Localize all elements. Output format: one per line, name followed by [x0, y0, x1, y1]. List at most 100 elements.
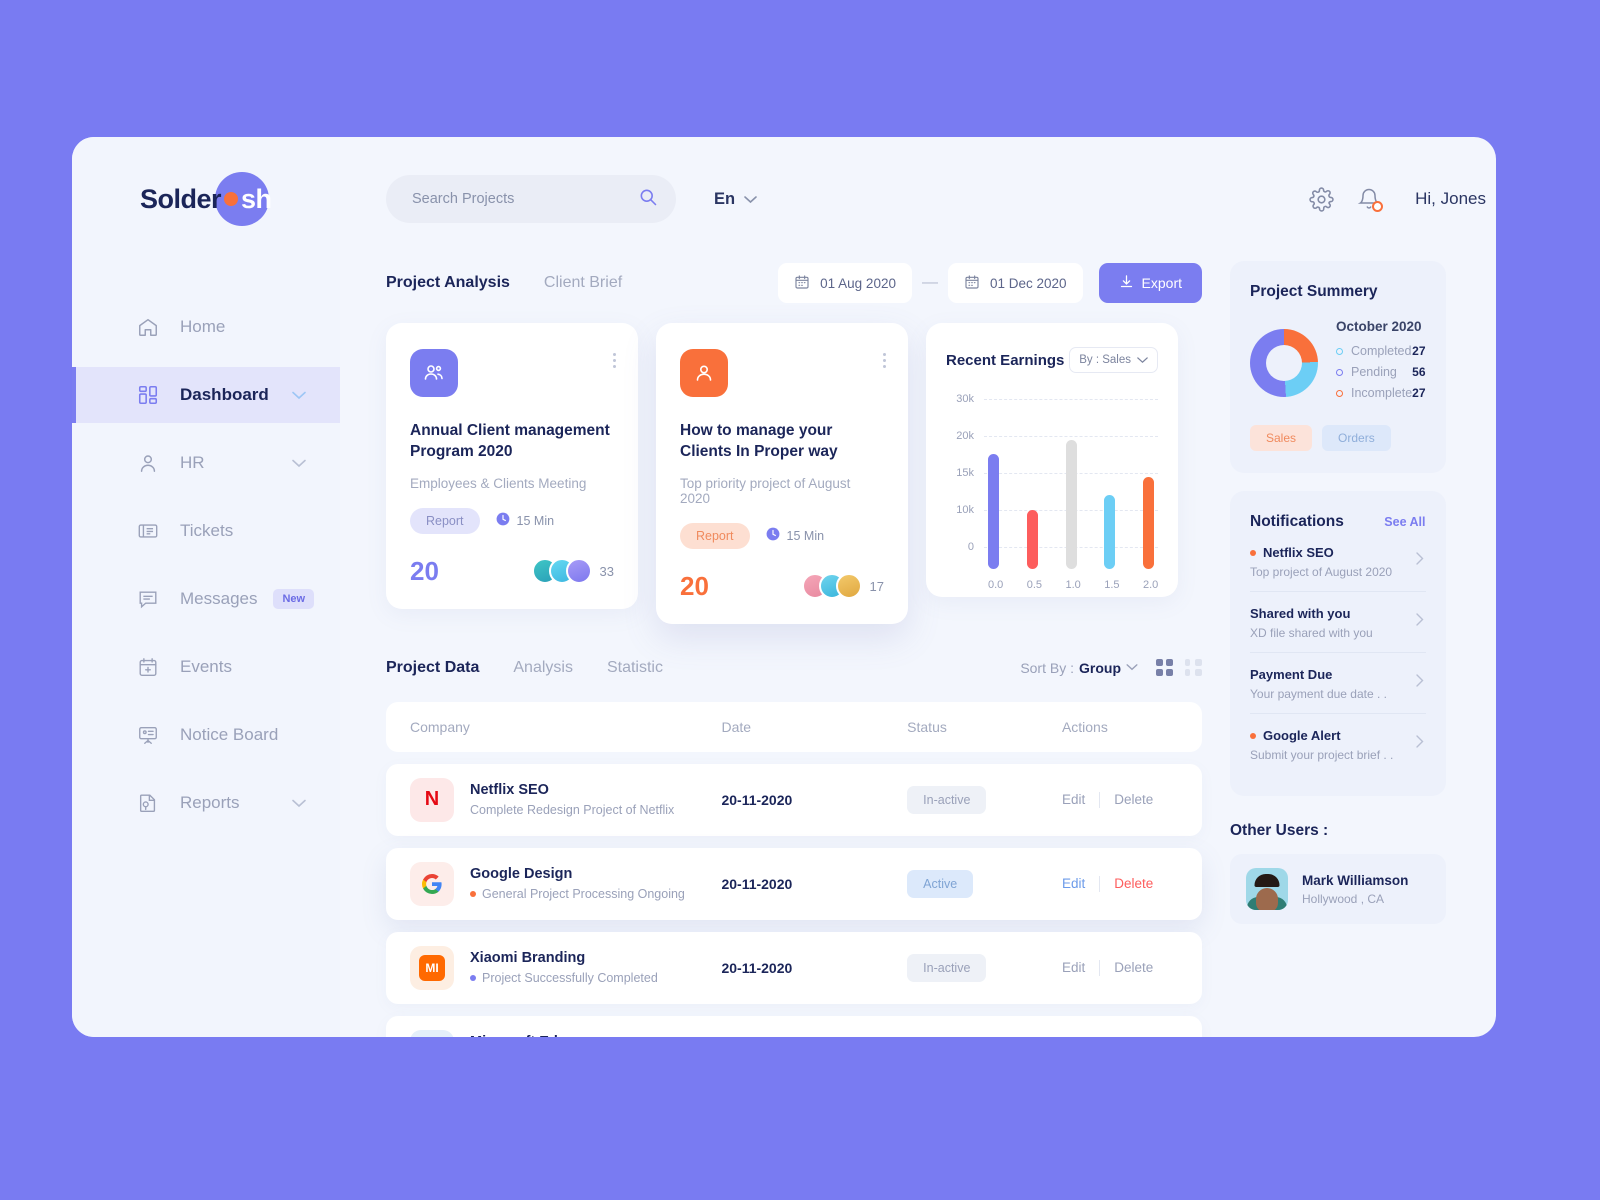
list-view-icon[interactable]: [1185, 659, 1202, 677]
see-all-link[interactable]: See All: [1384, 515, 1425, 529]
chart-filter-select[interactable]: By : Sales: [1069, 347, 1158, 373]
date-from-picker[interactable]: 01 Aug 2020: [778, 263, 912, 303]
card-menu-icon[interactable]: [613, 353, 616, 368]
summary-tags: Sales Orders: [1250, 425, 1426, 451]
chart-bar[interactable]: [1104, 495, 1116, 569]
other-user-info: Mark Williamson Hollywood , CA: [1302, 873, 1408, 906]
export-button[interactable]: Export: [1098, 263, 1202, 303]
notification-sub: Submit your project brief . .: [1250, 748, 1394, 762]
grid-view-icon[interactable]: [1156, 659, 1173, 677]
chart-y-tick: 15k: [956, 467, 974, 479]
row-company: N Netflix SEO Complete Redesign Project …: [410, 777, 721, 822]
notification-item[interactable]: Shared with you XD file shared with you: [1250, 592, 1426, 653]
tab-analysis[interactable]: Analysis: [513, 659, 573, 677]
notification-item[interactable]: Netflix SEO Top project of August 2020: [1250, 531, 1426, 592]
search-icon[interactable]: [638, 187, 658, 212]
tab-client-brief[interactable]: Client Brief: [544, 274, 622, 292]
project-card-2[interactable]: How to manage your Clients In Proper way…: [656, 323, 908, 624]
member-avatars[interactable]: 17: [801, 573, 884, 600]
row-date: 20-11-2020: [721, 791, 793, 808]
member-count: 17: [869, 578, 884, 594]
tab-statistic[interactable]: Statistic: [607, 659, 663, 677]
edit-button[interactable]: Edit: [1062, 792, 1085, 807]
table-row[interactable]: MI Xiaomi Branding Project Successfully …: [386, 931, 1202, 1004]
notification-title: Netflix SEO: [1250, 545, 1426, 560]
status-badge: In-active: [907, 953, 987, 982]
date-to-picker[interactable]: 01 Dec 2020: [947, 263, 1083, 303]
logo-text-primary: Solder: [140, 183, 222, 214]
member-count: 33: [599, 563, 614, 579]
notifications-title: Notifications: [1250, 513, 1344, 530]
other-user-item[interactable]: Mark Williamson Hollywood , CA: [1230, 854, 1446, 924]
sidebar-item-dashboard[interactable]: Dashboard: [72, 367, 340, 423]
chart-bar[interactable]: [988, 454, 999, 569]
person-icon: [680, 349, 728, 397]
table-row[interactable]: Google Design General Project Processing…: [386, 847, 1202, 920]
tag-orders[interactable]: Orders: [1322, 425, 1391, 451]
chevron-right-icon[interactable]: [1415, 552, 1424, 570]
edit-button[interactable]: Edit: [1062, 960, 1085, 975]
chart-bar[interactable]: [1065, 439, 1077, 569]
duration: 15 Min: [766, 527, 824, 544]
delete-button[interactable]: Delete: [1114, 792, 1153, 807]
sidebar-item-notice-board[interactable]: Notice Board: [72, 707, 340, 763]
unread-dot-icon: [1250, 732, 1256, 739]
table-row[interactable]: N Netflix SEO Complete Redesign Project …: [386, 763, 1202, 836]
chevron-down-icon[interactable]: [292, 793, 306, 813]
company-name: Netflix SEO: [470, 782, 549, 799]
sidebar-item-events[interactable]: Events: [72, 639, 340, 695]
company-desc: Project Successfully Completed: [470, 971, 658, 985]
chevron-right-icon[interactable]: [1415, 674, 1424, 692]
search-bar[interactable]: [386, 175, 676, 223]
sidebar-item-hr[interactable]: HR: [72, 435, 340, 491]
chevron-down-icon[interactable]: [292, 453, 306, 473]
row-status: In-active: [907, 785, 1062, 814]
project-card-count: 20: [680, 570, 709, 601]
delete-button[interactable]: Delete: [1114, 960, 1153, 975]
project-card-title: Annual Client management Program 2020: [410, 422, 610, 460]
gear-icon[interactable]: [1297, 186, 1345, 212]
sidebar-item-label: Home: [180, 317, 226, 336]
delete-button[interactable]: Delete: [1114, 876, 1153, 891]
chevron-right-icon[interactable]: [1415, 613, 1424, 631]
report-icon: [136, 791, 160, 815]
sidebar-item-tickets[interactable]: Tickets: [72, 503, 340, 559]
sidebar-item-home[interactable]: Home: [72, 299, 340, 355]
project-card-1[interactable]: Annual Client management Program 2020 Em…: [386, 323, 638, 609]
bell-icon[interactable]: [1345, 187, 1393, 212]
chart-x-tick: 1.0: [1065, 579, 1081, 591]
chevron-down-icon: [744, 190, 757, 209]
sidebar: Solder sh Home Dashboard HR Tickets Mess…: [72, 137, 340, 1037]
tag-sales[interactable]: Sales: [1250, 425, 1313, 451]
notification-item[interactable]: Payment Due Your payment due date . .: [1250, 653, 1426, 714]
chevron-right-icon[interactable]: [1415, 735, 1424, 753]
legend-value: 56: [1412, 365, 1426, 379]
member-avatars[interactable]: 33: [531, 558, 614, 585]
language-selector[interactable]: En: [714, 190, 757, 209]
top-bar: En Hi, Jones: [386, 137, 1486, 261]
table-row[interactable]: e Microsoft Edge General Project Process…: [386, 1015, 1202, 1037]
logo[interactable]: Solder sh: [72, 137, 340, 261]
card-menu-icon[interactable]: [883, 353, 886, 368]
analysis-tabs-row: Project Analysis Client Brief 01 Aug 202…: [386, 261, 1202, 305]
chart-x-tick: 0.0: [988, 579, 1004, 591]
summary-body: October 2020 Completed 27 Pending 56 Inc…: [1250, 319, 1426, 407]
edit-button[interactable]: Edit: [1062, 876, 1085, 891]
action-divider: [1099, 875, 1101, 892]
sidebar-item-reports[interactable]: Reports: [72, 775, 340, 831]
chart-bar[interactable]: [1143, 476, 1154, 569]
sidebar-item-messages[interactable]: Messages New: [72, 571, 340, 627]
report-chip[interactable]: Report: [680, 522, 750, 549]
chart-bar[interactable]: [1026, 509, 1038, 569]
tab-project-analysis[interactable]: Project Analysis: [386, 274, 510, 292]
report-chip[interactable]: Report: [410, 507, 480, 534]
xiaomi-logo-icon: MI: [410, 945, 454, 990]
column-header-date: Date: [721, 718, 752, 735]
notification-sub: Your payment due date . .: [1250, 687, 1387, 701]
chevron-down-icon[interactable]: [292, 385, 306, 405]
sort-by-select[interactable]: Sort By : Group: [1020, 660, 1138, 676]
search-input[interactable]: [412, 191, 638, 207]
tab-project-data[interactable]: Project Data: [386, 659, 479, 677]
greeting-text: Hi, Jones: [1415, 189, 1486, 208]
notification-item[interactable]: Google Alert Submit your project brief .…: [1250, 714, 1426, 774]
